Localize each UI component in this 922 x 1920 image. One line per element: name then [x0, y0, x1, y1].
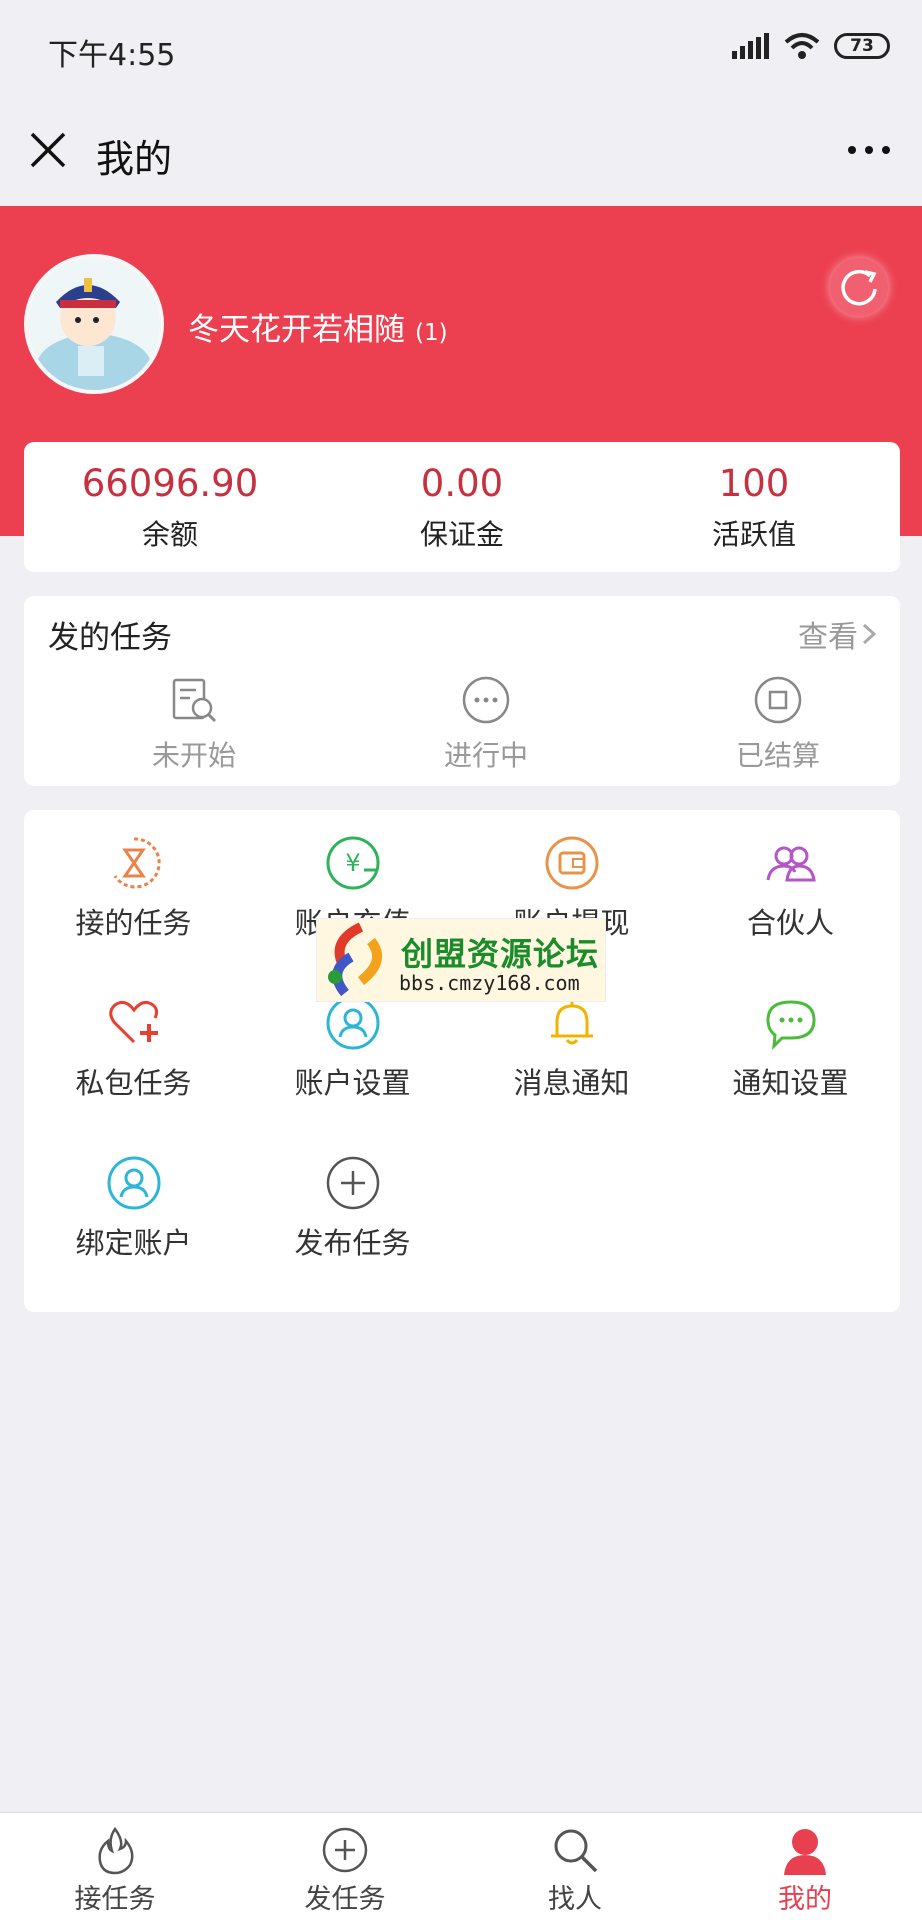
heart-plus-icon: [108, 1000, 158, 1044]
more-icon[interactable]: [844, 138, 894, 162]
watermark-logo-icon: [328, 922, 383, 997]
username-text: 冬天花开若相随: [188, 312, 405, 348]
status-icons: 73: [732, 32, 890, 60]
stat-balance[interactable]: 66096.90 余额: [24, 442, 316, 572]
close-icon[interactable]: [26, 128, 70, 172]
view-all-link[interactable]: 查看: [798, 612, 880, 656]
flame-icon: [98, 1826, 134, 1875]
menu-label: 发布任务: [294, 1226, 411, 1260]
stop-circle-icon: [754, 676, 802, 724]
menu-label: 私包任务: [75, 1066, 192, 1100]
users-icon: [766, 846, 816, 882]
menu-label: 通知设置: [732, 1066, 849, 1100]
stat-value: 0.00: [420, 462, 504, 505]
status-time: 下午4:55: [48, 38, 176, 73]
user-level: (1): [415, 320, 448, 346]
wallet-icon: [545, 836, 598, 890]
ellipsis-circle-icon: [462, 676, 510, 724]
search-icon: [554, 1829, 598, 1873]
battery-indicator: 73: [834, 33, 890, 59]
plus-circle-icon: [326, 1156, 379, 1210]
bell-icon: [550, 1000, 593, 1045]
username: 冬天花开若相随 (1): [188, 304, 448, 349]
stat-label: 余额: [141, 518, 198, 551]
status-bar: 下午4:55 73: [0, 0, 922, 100]
task-status-not-started[interactable]: 未开始: [48, 674, 340, 774]
stat-value: 66096.90: [81, 462, 259, 505]
tab-me[interactable]: 我的: [690, 1813, 920, 1920]
tab-receive-tasks[interactable]: 接任务: [0, 1813, 230, 1920]
task-status-settled[interactable]: 已结算: [632, 674, 922, 774]
published-tasks-card: 发的任务 查看 未开始 进行中 已结算: [24, 596, 900, 786]
stat-deposit[interactable]: 0.00 保证金: [316, 442, 608, 572]
tab-publish-tasks[interactable]: 发任务: [230, 1813, 460, 1920]
task-status-in-progress[interactable]: 进行中: [340, 674, 632, 774]
menu-item-notifications[interactable]: 消息通知: [462, 994, 681, 1102]
stat-label: 保证金: [419, 518, 504, 551]
menu-item-publish-task[interactable]: 发布任务: [243, 1154, 462, 1262]
watermark-url: bbs.cmzy168.com: [399, 971, 580, 995]
task-status-label: 未开始: [151, 739, 236, 772]
user-circle-icon: [107, 1156, 160, 1210]
menu-label: 账户设置: [294, 1066, 411, 1100]
menu-grid: 接的任务 ¥ 账户充值 账户提现 合伙人 私包任务: [24, 810, 900, 1312]
section-title: 发的任务: [48, 620, 172, 656]
person-icon: [784, 1829, 826, 1875]
stat-activity[interactable]: 100 活跃值: [608, 442, 900, 572]
tab-label: 接任务: [74, 1884, 156, 1915]
menu-item-account-settings[interactable]: 账户设置: [243, 994, 462, 1102]
chevron-right-icon: [862, 623, 877, 645]
yen-circle-icon: ¥: [326, 836, 379, 890]
refresh-icon: [841, 269, 877, 306]
user-circle-icon: [326, 996, 379, 1050]
view-all-label: 查看: [798, 620, 858, 655]
menu-item-private-tasks[interactable]: 私包任务: [24, 994, 243, 1102]
menu-item-bind-account[interactable]: 绑定账户: [24, 1154, 243, 1262]
avatar[interactable]: [24, 254, 164, 394]
hourglass-icon: [113, 837, 161, 889]
watermark-overlay: 创盟资源论坛 bbs.cmzy168.com: [316, 918, 606, 1002]
wifi-icon: [784, 33, 820, 59]
bottom-tab-bar: 接任务 发任务 找人 我的: [0, 1812, 922, 1920]
menu-label: 合伙人: [746, 906, 834, 940]
refresh-button[interactable]: [830, 258, 888, 316]
tab-label: 我的: [778, 1884, 832, 1915]
menu-label: 绑定账户: [75, 1226, 192, 1260]
watermark-title: 创盟资源论坛: [401, 935, 600, 973]
tab-label: 找人: [548, 1884, 602, 1915]
svg-text:¥: ¥: [345, 849, 360, 877]
tab-label: 发任务: [304, 1884, 386, 1915]
stat-value: 100: [718, 462, 790, 505]
tab-find-people[interactable]: 找人: [460, 1813, 690, 1920]
page-title: 我的: [96, 137, 173, 181]
menu-item-notification-settings[interactable]: 通知设置: [681, 994, 900, 1102]
task-status-label: 进行中: [443, 739, 528, 772]
nav-bar: 我的: [0, 100, 922, 206]
menu-label: 消息通知: [513, 1066, 630, 1100]
balance-card: 66096.90 余额 0.00 保证金 100 活跃值: [24, 442, 900, 572]
menu-item-partner[interactable]: 合伙人: [681, 834, 900, 942]
plus-circle-icon: [322, 1827, 368, 1873]
task-status-label: 已结算: [735, 739, 820, 772]
menu-label: 接的任务: [75, 906, 192, 940]
menu-item-received-tasks[interactable]: 接的任务: [24, 834, 243, 942]
signal-icon: [732, 33, 769, 59]
chat-bubble-icon: [765, 1000, 816, 1050]
stat-label: 活跃值: [711, 518, 796, 551]
avatar-illustration-icon: [28, 258, 160, 390]
search-doc-icon: [172, 678, 217, 723]
